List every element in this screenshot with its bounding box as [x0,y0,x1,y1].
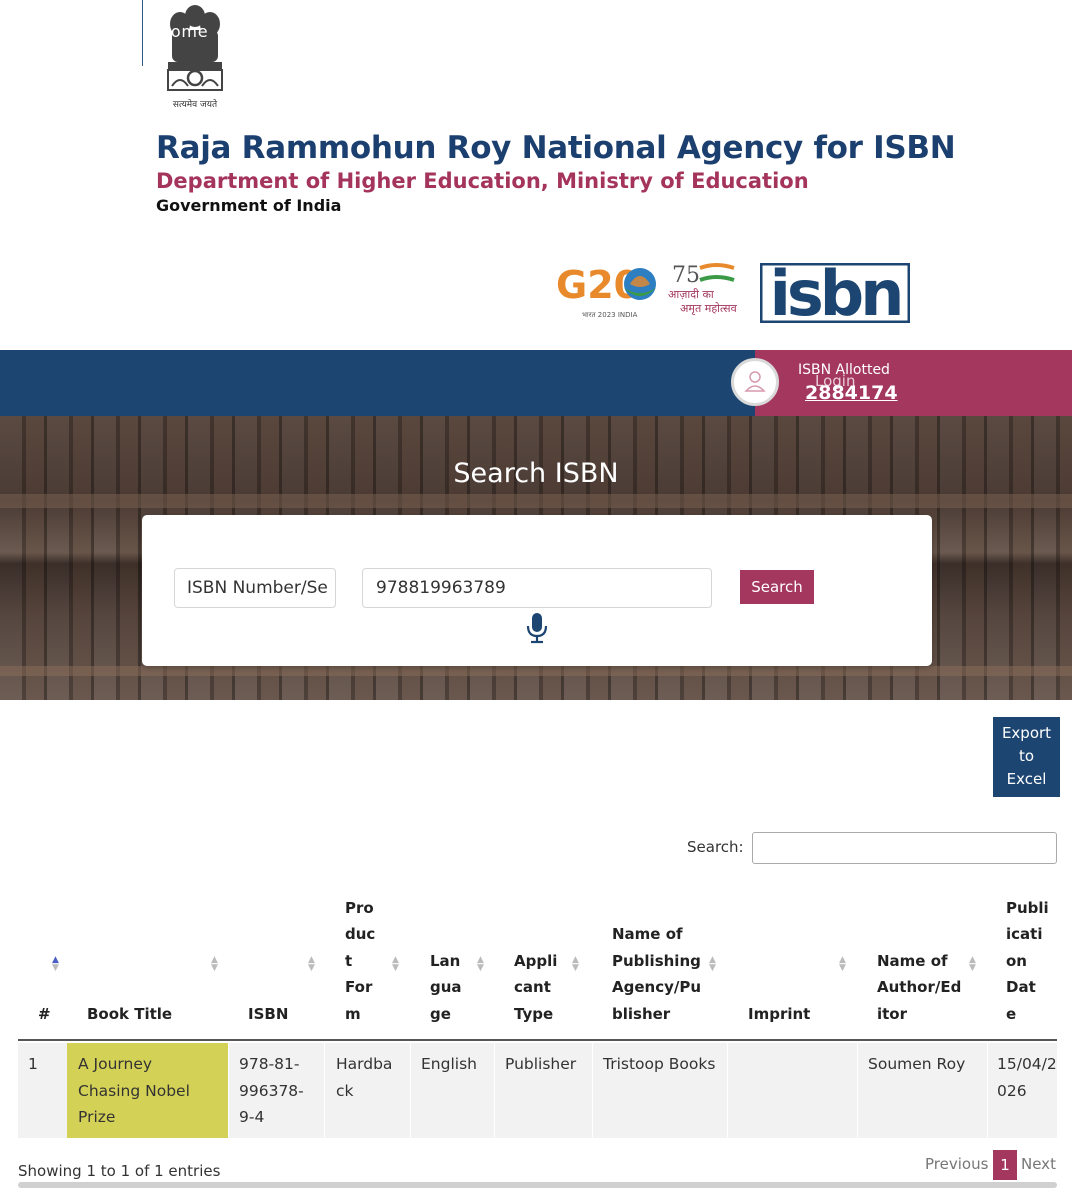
search-type-select[interactable]: ISBN Number/Se [174,568,336,608]
column-header-imprint[interactable]: Imprint [748,1001,810,1028]
column-divider [324,1043,325,1138]
column-divider [727,1043,728,1138]
sort-indicator[interactable]: ▲ ▼ [392,956,399,973]
nav-menu: Home About Us User Manual How to Apply R… [142,0,757,66]
column-header-publisher[interactable]: Name of Publishing Agency/Pu blisher [612,921,701,1027]
cell-book-title: A Journey Chasing Nobel Prize [78,1055,190,1126]
bookshelf-decoration [0,494,1072,508]
isbn-allotted-label: ISBN Allotted [798,362,890,378]
column-header-isbn[interactable]: ISBN [248,1001,288,1028]
table-info: Showing 1 to 1 of 1 entries [18,1162,221,1180]
cell-author: Soumen Roy [868,1055,966,1073]
table-header: ▲ ▼ ▲ ▼ ▲ ▼ ▲ ▼ ▲ ▼ ▲ ▼ ▲ ▼ ▲ ▼ ▲ ▼ # Book Title … [18,886,1057,1041]
nav-user-manual[interactable]: User Manual [359,22,468,41]
column-header-author[interactable]: Name of Author/Ed itor [877,948,961,1028]
export-label-line3: Excel [1006,770,1047,788]
g20-logo: G20 भारत 2023 INDIA [556,263,656,319]
export-label-line2: to [1018,747,1035,765]
column-header-applicant-type[interactable]: Appli cant Type [514,948,557,1028]
horizontal-scrollbar[interactable] [18,1182,1057,1188]
cell-product-form: Hardba ck [336,1055,393,1100]
azadi-number: 75 [672,263,700,288]
bookshelf-decoration-lower [0,666,1072,676]
chevron-down-icon [624,29,635,36]
sort-indicator[interactable]: ▲ ▼ [308,956,315,973]
isbn-logo-text: isbn [770,263,901,323]
pagination-next[interactable]: Next [1021,1155,1056,1173]
column-divider [228,1043,229,1138]
column-divider [987,1043,988,1138]
column-header-publication-date[interactable]: Publi icati on Dat e [1006,895,1049,1028]
nav-home[interactable]: Home [158,22,208,41]
sort-indicator[interactable]: ▲ ▼ [52,956,59,973]
user-icon[interactable] [731,358,779,406]
cell-applicant-type: Publisher [505,1055,577,1073]
cell-publisher: Tristoop Books [603,1055,716,1073]
cell-publication-date: 15/04/2 026 [997,1055,1057,1100]
pagination-page-1[interactable]: 1 [993,1150,1017,1180]
column-divider [857,1043,858,1138]
sort-indicator[interactable]: ▲ ▼ [477,956,484,973]
g20-subtext: भारत 2023 INDIA [582,311,638,319]
table-row[interactable]: 1 A Journey Chasing Nobel Prize 978-81- 996… [18,1043,1057,1138]
azadi-text-line2: अमृत महोत्सव [680,302,738,315]
column-header-language[interactable]: Lan gua ge [430,948,462,1028]
column-header-book-title[interactable]: Book Title [87,1001,172,1028]
nav-how-to-apply-label: How to Apply [505,22,621,41]
isbn-search-input[interactable] [362,568,712,608]
microphone-icon[interactable] [524,612,550,644]
column-divider [592,1043,593,1138]
government-name: Government of India [156,196,342,215]
isbn-logo: isbn [760,263,910,323]
agency-title: Raja Rammohun Roy National Agency for IS… [156,130,956,166]
table-search-label: Search: [687,838,744,856]
table-search-input[interactable] [752,832,1057,864]
nav-register[interactable]: Registr [671,22,733,41]
azadi-ka-amrit-mahotsav-logo: 75 आज़ादी का अमृत महोत्सव [668,263,738,315]
sort-indicator[interactable]: ▲ ▼ [211,956,218,973]
export-to-excel-button[interactable]: Export to Excel [993,717,1060,797]
column-header-product-form[interactable]: Pro duc t For m [345,895,375,1028]
cell-number: 1 [28,1055,38,1073]
column-header-number[interactable]: # [38,1001,51,1028]
nav-how-to-apply[interactable]: How to Apply [505,22,635,41]
agency-header: Raja Rammohun Roy National Agency for IS… [156,128,956,218]
azadi-text-line1: आज़ादी का [668,288,714,301]
export-label-line1: Export [1001,724,1052,742]
search-button[interactable]: Search [740,570,814,604]
cell-language: English [421,1055,477,1073]
sort-indicator[interactable]: ▲ ▼ [969,956,976,973]
sort-indicator[interactable]: ▲ ▼ [839,956,846,973]
sort-indicator[interactable]: ▲ ▼ [572,956,579,973]
column-divider [410,1043,411,1138]
nav-about-us[interactable]: About Us [244,22,323,41]
emblem-motto: सत्यमेव जयते [173,98,218,110]
isbn-allotted-count[interactable]: 2884174 [805,382,898,404]
column-divider [494,1043,495,1138]
cell-isbn: 978-81- 996378- 9-4 [239,1055,304,1126]
pagination-previous[interactable]: Previous [925,1155,988,1173]
login-panel [932,350,1072,416]
sort-indicator[interactable]: ▲ ▼ [709,956,716,973]
search-isbn-title: Search ISBN [453,458,619,489]
department-name: Department of Higher Education, Ministry… [156,169,809,193]
